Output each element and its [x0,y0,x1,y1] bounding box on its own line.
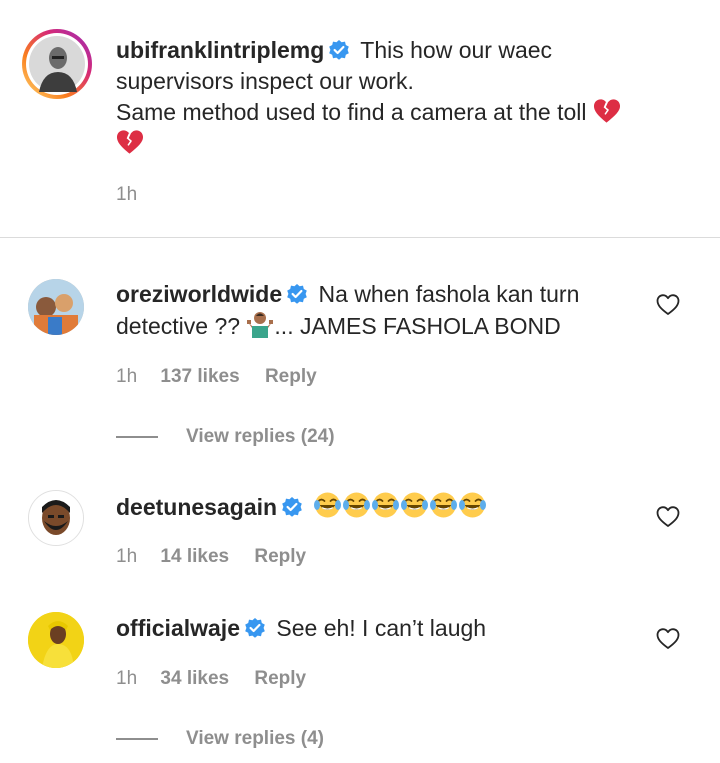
reply-button[interactable]: Reply [254,546,306,567]
laughing-tears-emoji-row [313,491,488,520]
verified-badge-icon [244,617,266,639]
comment-meta: 1h 137 likes Reply [116,366,317,388]
laughing-tears-icon [313,491,343,519]
comment-avatar[interactable] [28,279,84,335]
comment-avatar[interactable] [28,490,84,546]
comment-avatar[interactable] [28,612,84,668]
caption-line-3: Same method used to find a camera at the… [116,99,587,125]
comment-likes[interactable]: 14 likes [160,546,229,567]
caption-line-2: supervisors inspect our work. [116,68,414,94]
divider [0,237,720,238]
group-photo-icon [28,279,84,335]
verified-badge-icon [281,496,303,518]
comment-body: See eh! I can’t laugh [276,615,487,641]
reply-button[interactable]: Reply [265,366,317,387]
comment-text: oreziworldwide Na when fashola kan turn … [116,279,636,342]
comment-username[interactable]: officialwaje [116,615,240,641]
comment-text: officialwaje See eh! I can’t laugh [116,613,486,644]
broken-heart-icon [116,129,144,155]
laughing-tears-icon [400,491,430,519]
user-photo-icon [29,491,83,545]
comment-timestamp: 1h [116,366,138,387]
comment-text: deetunesagain [116,491,488,523]
caption-timestamp: 1h [116,184,138,205]
laughing-tears-icon [429,491,459,519]
laughing-tears-icon [371,491,401,519]
verified-badge-icon [286,283,309,305]
comment-line-2a: detective ?? [116,313,241,339]
reply-button[interactable]: Reply [254,668,306,689]
comment-line-1: Na when fashola kan turn [318,281,580,307]
comment-username[interactable]: deetunesagain [116,494,277,520]
like-heart-icon[interactable] [656,627,680,651]
caption-username[interactable]: ubifranklintriplemg [116,37,324,63]
comment-meta: 1h 14 likes Reply [116,546,306,568]
like-heart-icon[interactable] [656,505,680,529]
caption-avatar[interactable] [22,29,92,99]
user-photo-icon [28,612,84,668]
caption-text: ubifranklintriplemg This how our waec su… [116,35,676,159]
comment-line-2b: ... JAMES FASHOLA BOND [274,313,561,339]
replies-divider-line [116,436,158,438]
broken-heart-icon [593,98,621,124]
replies-divider-line [116,738,158,740]
laughing-tears-icon [458,491,488,519]
comment-timestamp: 1h [116,668,138,689]
comment-likes[interactable]: 137 likes [160,366,239,387]
comment-meta: 1h 34 likes Reply [116,668,306,690]
view-replies-button[interactable]: View replies (4) [186,728,324,750]
caption-line-1: This how our waec [360,37,553,63]
comment-timestamp: 1h [116,546,138,567]
verified-badge-icon [328,39,351,61]
user-photo-icon [29,36,85,92]
like-heart-icon[interactable] [656,293,680,317]
view-replies-button[interactable]: View replies (24) [186,426,335,448]
laughing-tears-icon [342,491,372,519]
comment-username[interactable]: oreziworldwide [116,281,282,307]
comment-likes[interactable]: 34 likes [160,668,229,689]
person-shrugging-icon [247,312,274,338]
